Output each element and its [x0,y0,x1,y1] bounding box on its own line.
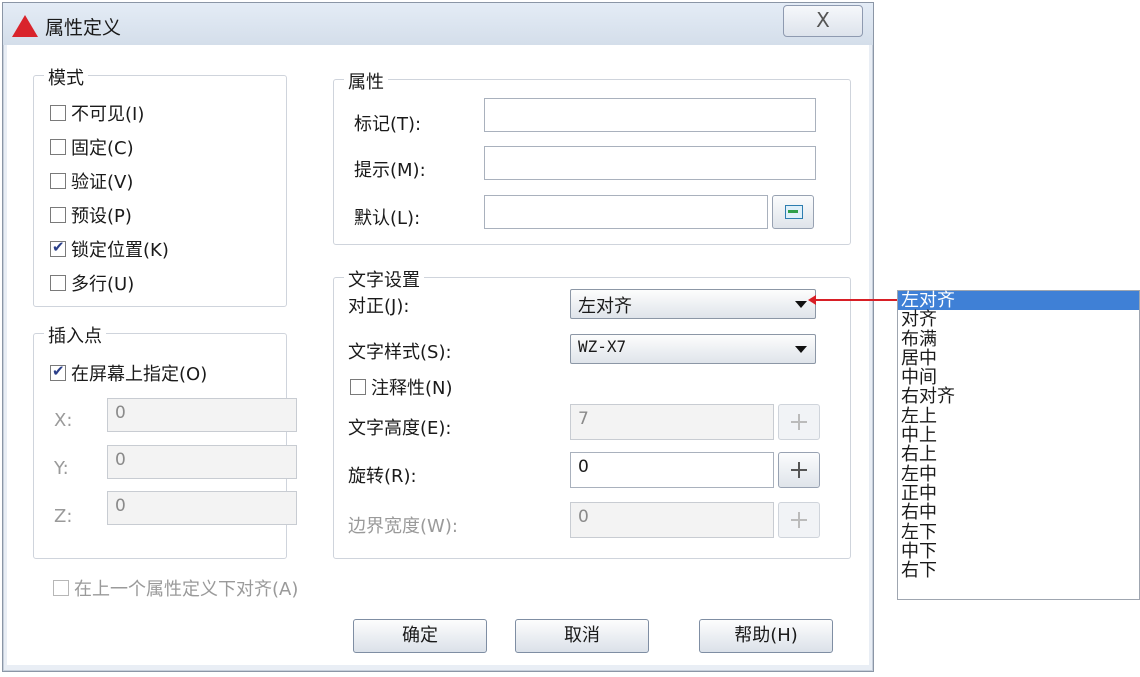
tag-input[interactable] [484,98,816,132]
cancel-button[interactable]: 取消 [515,619,649,653]
checkbox-label: 不可见(I) [71,104,145,125]
invisible-checkbox[interactable]: 不可见(I) [50,100,144,126]
preset-checkbox[interactable]: 预设(P) [50,202,132,228]
rotation-input[interactable]: 0 [570,452,774,488]
dialog-body: 模式 不可见(I) 固定(C) 验证(V) 预设(P) 锁定位置(K) 多行(U… [7,45,869,665]
justify-option[interactable]: 中上 [898,426,1139,445]
checkbox-box[interactable] [50,207,66,223]
tag-label: 标记(T): [354,114,422,135]
checkbox-box-checked[interactable] [50,362,66,381]
text-settings-group: 文字设置 对正(J): 左对齐 文字样式(S): WZ-X7 注释性(N) 文字… [333,266,851,559]
specify-on-screen-checkbox[interactable]: 在屏幕上指定(O) [50,360,207,386]
crosshair-icon [791,462,807,478]
mode-group-title: 模式 [44,64,88,90]
verify-checkbox[interactable]: 验证(V) [50,168,133,194]
justify-label: 对正(J): [348,296,410,317]
z-input[interactable]: 0 [107,491,297,525]
chevron-down-icon [795,301,807,308]
checkbox-box[interactable] [350,379,366,395]
pick-height-button[interactable] [778,404,820,440]
constant-checkbox[interactable]: 固定(C) [50,134,134,160]
checkbox-box[interactable] [50,275,66,291]
mode-group: 模式 不可见(I) 固定(C) 验证(V) 预设(P) 锁定位置(K) 多行(U… [33,64,287,307]
checkbox-label: 预设(P) [71,206,132,227]
callout-arrowhead [808,295,816,305]
checkbox-label: 多行(U) [71,274,135,295]
checkbox-box[interactable] [53,580,69,596]
dialog-title: 属性定义 [45,17,122,39]
z-label: Z: [54,506,73,527]
justify-option[interactable]: 布满 [898,329,1139,349]
justify-option[interactable]: 中间 [898,368,1139,387]
checkbox-label: 在屏幕上指定(O) [71,364,208,385]
autocad-logo-icon [12,15,38,37]
justify-option[interactable]: 对齐 [898,310,1139,329]
crosshair-icon [791,512,807,528]
attribute-definition-dialog: 属性定义 X 模式 不可见(I) 固定(C) 验证(V) 预设(P) 锁定位置(… [2,2,874,672]
y-label: Y: [54,458,69,479]
justify-option[interactable]: 右对齐 [898,387,1139,406]
insertion-point-group-title: 插入点 [44,322,106,348]
justify-select-value: 左对齐 [578,296,632,317]
prompt-input[interactable] [484,146,816,180]
help-button[interactable]: 帮助(H) [699,619,833,653]
default-label: 默认(L): [354,208,421,229]
text-height-input[interactable]: 7 [570,404,774,440]
justify-options-list[interactable]: 左对齐 对齐 布满 居中 中间 右对齐 左上 中上 右上 左中 正中 右中 左下… [897,290,1140,600]
checkbox-label: 固定(C) [71,138,134,159]
text-style-select[interactable]: WZ-X7 [570,334,816,364]
checkbox-box-checked[interactable] [50,238,66,257]
justify-option[interactable]: 左中 [898,465,1139,484]
text-style-label: 文字样式(S): [348,342,452,363]
checkbox-box[interactable] [50,105,66,121]
checkbox-label: 锁定位置(K) [71,240,169,261]
lock-position-checkbox[interactable]: 锁定位置(K) [50,236,169,262]
annotative-checkbox[interactable]: 注释性(N) [350,374,453,400]
justify-option[interactable]: 居中 [898,349,1139,368]
text-height-label: 文字高度(E): [348,418,452,439]
justify-option[interactable]: 右中 [898,503,1139,522]
justify-option[interactable]: 中下 [898,542,1139,561]
checkbox-label: 在上一个属性定义下对齐(A) [74,579,299,600]
checkbox-label: 注释性(N) [371,378,453,399]
boundary-width-label: 边界宽度(W): [348,516,458,537]
attribute-group-title: 属性 [344,68,388,94]
pick-boundary-width-button[interactable] [778,502,820,538]
justify-option[interactable]: 正中 [898,484,1139,503]
text-style-select-value: WZ-X7 [578,337,627,356]
justify-option[interactable]: 左上 [898,407,1139,426]
text-settings-group-title: 文字设置 [344,266,424,292]
align-below-previous-checkbox[interactable]: 在上一个属性定义下对齐(A) [53,575,298,601]
title-bar[interactable]: 属性定义 X [3,3,873,45]
checkbox-label: 验证(V) [71,172,134,193]
justify-option[interactable]: 右下 [898,561,1139,580]
insertion-point-group: 插入点 在屏幕上指定(O) X: 0 Y: 0 Z: 0 [33,322,297,559]
multiple-lines-checkbox[interactable]: 多行(U) [50,270,134,296]
boundary-width-input[interactable]: 0 [570,502,774,538]
checkbox-box[interactable] [50,139,66,155]
justify-option[interactable]: 右上 [898,445,1139,464]
ok-button[interactable]: 确定 [353,619,487,653]
checkbox-box[interactable] [50,173,66,189]
justify-select[interactable]: 左对齐 [570,289,816,319]
x-label: X: [54,410,73,431]
insert-field-icon [785,205,803,219]
justify-option[interactable]: 左下 [898,522,1139,542]
attribute-group: 属性 标记(T): 提示(M): 默认(L): [333,68,851,245]
pick-rotation-button[interactable] [778,452,820,488]
close-button[interactable]: X [783,5,863,37]
default-input[interactable] [484,195,768,229]
chevron-down-icon [795,346,807,353]
prompt-label: 提示(M): [354,160,426,181]
insert-field-button[interactable] [772,195,814,229]
rotation-label: 旋转(R): [348,466,417,487]
justify-option[interactable]: 左对齐 [898,291,1139,311]
y-input[interactable]: 0 [107,445,297,479]
x-input[interactable]: 0 [107,398,297,432]
crosshair-icon [791,414,807,430]
callout-line [812,299,897,301]
